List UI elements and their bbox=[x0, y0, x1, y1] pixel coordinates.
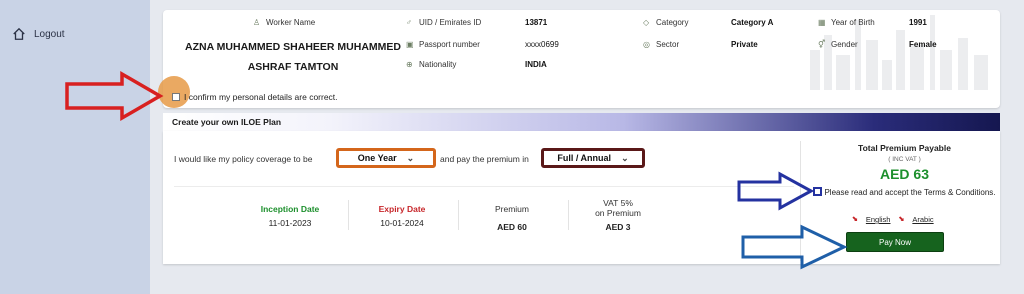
globe-icon: ⊕ bbox=[406, 59, 413, 69]
divider bbox=[568, 200, 569, 230]
gender-icon: ⚥ bbox=[818, 39, 826, 49]
nationality-value: INDIA bbox=[525, 60, 547, 69]
confirm-row[interactable]: I confirm my personal details are correc… bbox=[172, 92, 338, 102]
blue-arrow-annotation-paynow bbox=[741, 224, 848, 270]
person-icon: ♙ bbox=[253, 17, 261, 27]
chevron-down-icon: ⌄ bbox=[621, 152, 629, 163]
pay-now-button[interactable]: Pay Now bbox=[846, 232, 944, 252]
yob-value: 1991 bbox=[909, 18, 927, 27]
uid-value: 13871 bbox=[525, 18, 548, 27]
plan-header-bar bbox=[163, 113, 1000, 131]
sidebar-item-logout[interactable]: Logout bbox=[12, 27, 65, 41]
arabic-link[interactable]: Arabic bbox=[912, 215, 933, 224]
sector-icon: ◎ bbox=[643, 39, 650, 49]
plan-title: Create your own ILOE Plan bbox=[172, 117, 282, 127]
gender-value: Female bbox=[909, 40, 937, 49]
terms-checkbox[interactable] bbox=[813, 187, 822, 196]
chevron-down-icon: ⌄ bbox=[406, 152, 415, 163]
total-premium-amount: AED 63 bbox=[879, 166, 930, 182]
divider bbox=[458, 200, 459, 230]
total-premium-title: Total Premium Payable bbox=[858, 143, 951, 153]
category-value: Category A bbox=[731, 18, 774, 27]
passport-value: xxxx0699 bbox=[525, 40, 559, 49]
expiry-date: 10-01-2024 bbox=[380, 218, 424, 228]
home-icon bbox=[13, 27, 25, 40]
sector-label: ◎ Sector bbox=[643, 39, 680, 49]
coverage-select[interactable]: One Year ⌄ bbox=[336, 148, 436, 168]
red-arrow-annotation bbox=[65, 70, 164, 122]
calendar-icon: ▦ bbox=[818, 17, 826, 27]
policy-coverage-text: I would like my policy coverage to be bbox=[174, 154, 313, 164]
total-premium-sub: ( INC VAT ) bbox=[888, 156, 921, 163]
nationality-label: ⊕ Nationality bbox=[406, 59, 457, 69]
sidebar: Logout bbox=[0, 0, 150, 294]
worker-name: AZNA MUHAMMED SHAHEER MUHAMMED ASHRAF TA… bbox=[184, 41, 401, 73]
vat-label-2: on Premium bbox=[595, 208, 641, 218]
english-link[interactable]: English bbox=[866, 215, 891, 224]
id-icon: ♂ bbox=[406, 17, 412, 27]
blue-arrow-annotation bbox=[737, 171, 814, 211]
sidebar-item-label: Logout bbox=[34, 28, 65, 40]
confirm-checkbox[interactable] bbox=[172, 93, 180, 101]
premium-label: Premium bbox=[494, 204, 529, 214]
premium-value: AED 60 bbox=[497, 222, 527, 232]
yob-label: ▦ Year of Birth bbox=[818, 17, 875, 27]
divider bbox=[174, 186, 794, 187]
terms-text: Please read and accept the Terms & Condi… bbox=[824, 188, 996, 197]
uid-label: ♂ UID / Emirates ID bbox=[406, 17, 482, 27]
payment-select[interactable]: Full / Annual ⌄ bbox=[541, 148, 645, 168]
expiry-label: Expiry Date bbox=[378, 204, 426, 214]
category-label: ◇ Category bbox=[643, 17, 689, 27]
pay-premium-text: and pay the premium in bbox=[440, 154, 529, 164]
vat-label: VAT 5% bbox=[603, 198, 633, 208]
worker-name-label: ♙ Worker Name bbox=[253, 17, 316, 27]
passport-icon: ▣ bbox=[406, 39, 414, 49]
vat-value: AED 3 bbox=[605, 222, 631, 232]
pdf-icon: ⬊ bbox=[898, 216, 905, 223]
confirm-label: I confirm my personal details are correc… bbox=[184, 92, 338, 102]
pdf-icon: ⬊ bbox=[852, 216, 858, 223]
sector-value: Private bbox=[731, 40, 758, 49]
gender-label: ⚥ Gender bbox=[818, 39, 858, 49]
passport-label: ▣ Passport number bbox=[406, 39, 480, 49]
inception-date: 11-01-2023 bbox=[268, 218, 312, 228]
inception-label: Inception Date bbox=[260, 204, 320, 214]
terms-links: ⬊ English ⬊ Arabic bbox=[852, 215, 934, 224]
divider bbox=[348, 200, 349, 230]
tag-icon: ◇ bbox=[643, 17, 650, 27]
